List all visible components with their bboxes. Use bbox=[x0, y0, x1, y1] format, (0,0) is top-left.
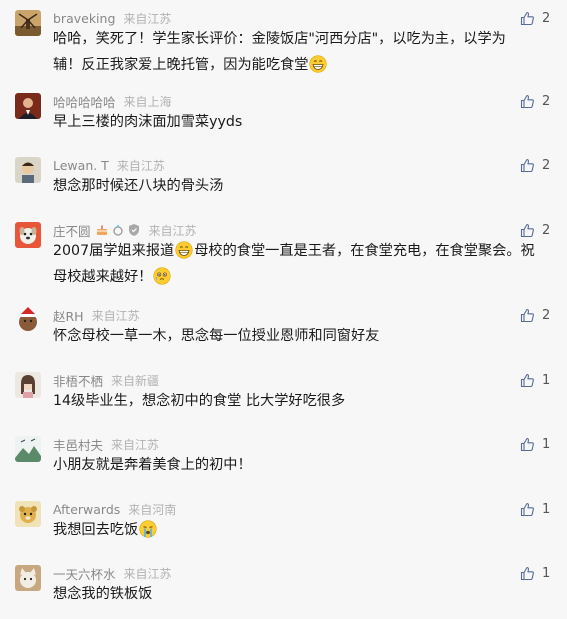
like-button[interactable]: 1 bbox=[520, 501, 550, 517]
comment-text-line: 想念那时候还八块的骨头汤 bbox=[53, 173, 553, 199]
comment-meta: 一天六杯水 来自江苏 bbox=[53, 564, 172, 583]
comment-text: 我想回去吃饭 bbox=[53, 522, 139, 538]
comment-text: 怀念母校一草一木，思念每一位授业恩师和同窗好友 bbox=[53, 328, 380, 344]
comment-meta: 非梧不栖 来自新疆 bbox=[53, 371, 160, 390]
comment-text: 想念我的铁板饭 bbox=[53, 586, 153, 602]
cat-avatar[interactable] bbox=[15, 565, 41, 591]
comment-meta: braveking 来自江苏 bbox=[53, 10, 171, 26]
comment-meta: 赵RH 来自江苏 bbox=[53, 306, 140, 325]
thumbs-up-icon[interactable] bbox=[520, 566, 535, 581]
boy-avatar[interactable] bbox=[15, 157, 41, 183]
commenter-name[interactable]: Afterwards bbox=[53, 502, 120, 517]
commenter-name[interactable]: 赵RH bbox=[53, 306, 84, 325]
comment-meta: Afterwards 来自河南 bbox=[53, 501, 176, 517]
comment-meta: 丰邑村夫 来自江苏 bbox=[53, 435, 160, 454]
grin-emoji-icon bbox=[175, 241, 193, 259]
comment-text-line: 14级毕业生，想念初中的食堂 比大学好吃很多 bbox=[53, 388, 553, 414]
like-count: 2 bbox=[542, 93, 551, 109]
user-badges bbox=[95, 223, 141, 237]
like-button[interactable]: 2 bbox=[520, 93, 550, 109]
girl-avatar[interactable] bbox=[15, 372, 41, 398]
cry-emoji-icon bbox=[139, 520, 157, 538]
like-count: 1 bbox=[542, 436, 551, 452]
comment-meta: 庄不圆 来自江苏 bbox=[53, 221, 197, 240]
like-count: 1 bbox=[542, 565, 551, 581]
thumbs-up-icon[interactable] bbox=[520, 223, 535, 238]
comment-list: braveking 来自江苏 哈哈，笑死了！学生家长评价：金陵饭店"河西分店"，以吃… bbox=[0, 0, 567, 619]
comment-location: 来自江苏 bbox=[91, 308, 140, 323]
comment-text: 想念那时候还八块的骨头汤 bbox=[53, 178, 224, 194]
like-count: 1 bbox=[542, 372, 551, 388]
ring-badge-icon bbox=[111, 223, 125, 237]
commenter-name[interactable]: 一天六杯水 bbox=[53, 564, 116, 583]
commenter-name[interactable]: Lewan. T bbox=[53, 158, 109, 173]
comment-location: 来自上海 bbox=[123, 94, 172, 109]
comment-text-line: 早上三楼的肉沫面加雪菜yyds bbox=[53, 109, 553, 135]
commenter-name[interactable]: 哈哈哈哈哈 bbox=[53, 92, 116, 111]
comment-location: 来自江苏 bbox=[123, 11, 172, 26]
dog-avatar[interactable] bbox=[15, 222, 41, 248]
comment-location: 来自江苏 bbox=[116, 158, 165, 173]
comment-location: 来自河南 bbox=[128, 502, 177, 517]
thumbs-up-icon[interactable] bbox=[520, 158, 535, 173]
like-count: 2 bbox=[542, 10, 551, 26]
grin-emoji-icon bbox=[309, 55, 327, 73]
like-count: 2 bbox=[542, 307, 551, 323]
comment-text: 辅！反正我家爱上晚托管，因为能吃食堂 bbox=[53, 57, 309, 73]
commenter-name[interactable]: 庄不圆 bbox=[53, 221, 91, 240]
commenter-name[interactable]: braveking bbox=[53, 11, 115, 26]
like-button[interactable]: 1 bbox=[520, 372, 550, 388]
comment-text: 早上三楼的肉沫面加雪菜yyds bbox=[53, 114, 243, 130]
commenter-name[interactable]: 丰邑村夫 bbox=[53, 435, 103, 454]
like-count: 1 bbox=[542, 501, 551, 517]
thumbs-up-icon[interactable] bbox=[520, 502, 535, 517]
thumbs-up-icon[interactable] bbox=[520, 308, 535, 323]
comment-text: 14级毕业生，想念初中的食堂 比大学好吃很多 bbox=[53, 393, 346, 409]
like-button[interactable]: 2 bbox=[520, 157, 550, 173]
like-button[interactable]: 1 bbox=[520, 436, 550, 452]
comment-text-line: 小朋友就是奔着美食上的初中！ bbox=[53, 452, 553, 478]
comment-meta: 哈哈哈哈哈 来自上海 bbox=[53, 92, 172, 111]
man-portrait-avatar[interactable] bbox=[15, 93, 41, 119]
comment-meta: Lewan. T 来自江苏 bbox=[53, 157, 165, 173]
comment-text: 哈哈，笑死了！学生家长评价：金陵饭店"河西分店"，以吃为主，以学为 bbox=[53, 31, 506, 47]
cake-badge-icon bbox=[95, 223, 109, 237]
windmill-avatar[interactable] bbox=[15, 10, 41, 36]
shield-badge-icon bbox=[127, 223, 141, 237]
thumbs-up-icon[interactable] bbox=[520, 11, 535, 26]
comment-text-line: 母校越来越好！ bbox=[53, 264, 553, 290]
bear-avatar[interactable] bbox=[15, 501, 41, 527]
thumbs-up-icon[interactable] bbox=[520, 437, 535, 452]
comment-text: 母校越来越好！ bbox=[53, 269, 153, 285]
santa-hat-avatar[interactable] bbox=[15, 307, 41, 333]
comment-location: 来自江苏 bbox=[148, 223, 197, 238]
comment-location: 来自江苏 bbox=[111, 437, 160, 452]
tear-emoji-icon bbox=[153, 267, 171, 285]
comment-text-line: 哈哈，笑死了！学生家长评价：金陵饭店"河西分店"，以吃为主，以学为 bbox=[53, 26, 553, 52]
like-button[interactable]: 1 bbox=[520, 565, 550, 581]
landscape-avatar[interactable] bbox=[15, 436, 41, 462]
comment-text-line: 辅！反正我家爱上晚托管，因为能吃食堂 bbox=[53, 52, 553, 78]
comment-text-line: 怀念母校一草一木，思念每一位授业恩师和同窗好友 bbox=[53, 323, 553, 349]
like-count: 2 bbox=[542, 222, 551, 238]
like-count: 2 bbox=[542, 157, 551, 173]
like-button[interactable]: 2 bbox=[520, 307, 550, 323]
comment-text-line: 我想回去吃饭 bbox=[53, 517, 553, 543]
comment-text: 2007届学姐来报道 bbox=[53, 243, 175, 259]
thumbs-up-icon[interactable] bbox=[520, 373, 535, 388]
like-button[interactable]: 2 bbox=[520, 222, 550, 238]
comment-text-line: 2007届学姐来报道 母校的食堂一直是王者，在食堂充电，在食堂聚会。祝 bbox=[53, 238, 553, 264]
thumbs-up-icon[interactable] bbox=[520, 94, 535, 109]
like-button[interactable]: 2 bbox=[520, 10, 550, 26]
commenter-name[interactable]: 非梧不栖 bbox=[53, 371, 103, 390]
comment-location: 来自江苏 bbox=[123, 566, 172, 581]
comment-location: 来自新疆 bbox=[111, 373, 160, 388]
comment-text: 小朋友就是奔着美食上的初中！ bbox=[53, 457, 252, 473]
comment-text: 母校的食堂一直是王者，在食堂充电，在食堂聚会。祝 bbox=[194, 243, 535, 259]
comment-text-line: 想念我的铁板饭 bbox=[53, 581, 553, 607]
